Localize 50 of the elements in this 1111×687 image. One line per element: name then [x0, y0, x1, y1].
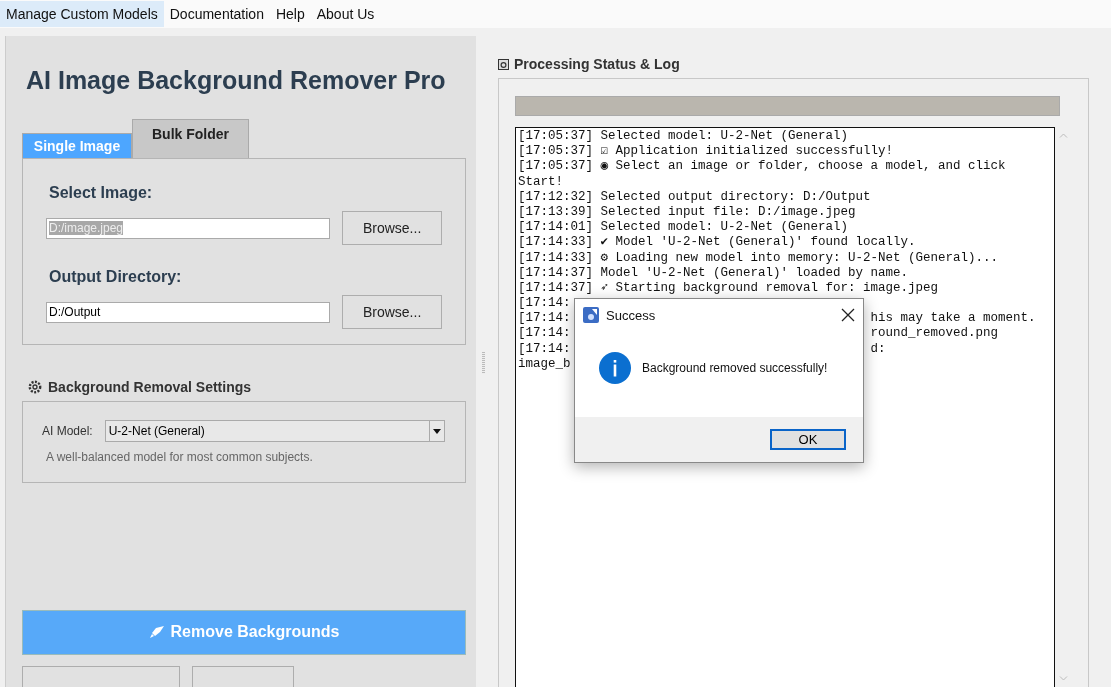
- log-line: [17:14:: [518, 311, 571, 327]
- log-icon: [498, 58, 509, 70]
- field-label: Output Directory:: [49, 268, 183, 286]
- field-label: Select Image:: [49, 184, 154, 202]
- info-icon: [599, 352, 631, 384]
- log-line: round_removed.png: [870, 326, 999, 342]
- tab[interactable]: Bulk Folder: [132, 119, 249, 158]
- log-line: Start!: [518, 174, 563, 190]
- log-line: [17:05:37] ☑ Application initialized successfully!: [518, 144, 894, 160]
- section-title: Background Removal Settings: [48, 379, 252, 396]
- log-line: [17:14:: [518, 326, 571, 342]
- menu-item[interactable]: Manage Custom Models: [0, 1, 164, 27]
- caret-icon: [432, 428, 441, 434]
- gear-icon: [28, 380, 42, 395]
- browse-button[interactable]: Browse...: [342, 295, 442, 329]
- log-line: [17:14:37] ➶ Starting background removal for: image.jpeg: [518, 280, 939, 297]
- footer-button[interactable]: [192, 666, 294, 687]
- rocket-icon: [148, 625, 165, 640]
- dialog-message: Background removed successfully!: [642, 361, 828, 375]
- ok-button[interactable]: OK: [770, 429, 846, 450]
- browse-button[interactable]: Browse...: [342, 211, 442, 245]
- menu-item[interactable]: Help: [269, 1, 311, 27]
- app-icon: [583, 307, 599, 323]
- text-field[interactable]: D:/Output: [46, 301, 331, 323]
- log-line: [17:14:33] ⚙ Loading new model into memory: U-2-Net (General)...: [518, 250, 999, 266]
- model-description: A well-balanced model for most common subjects.: [46, 450, 314, 465]
- log-line: [17:14:01] Selected model: U-2-Net (General): [518, 220, 849, 236]
- log-line: [17:05:37] ◉ Select an image or folder, choose a model, and click: [518, 159, 1006, 175]
- scroll-up-icon: [1058, 133, 1068, 138]
- log-line: [17:05:37] Selected model: U-2-Net (General): [518, 129, 849, 145]
- splitter-grip[interactable]: [481, 351, 485, 374]
- log-line: image_b: [518, 356, 571, 372]
- menu-item[interactable]: About Us: [310, 1, 381, 27]
- close-icon[interactable]: [841, 308, 855, 322]
- log-line: his may take a moment.: [870, 311, 1036, 327]
- app-title: AI Image Background Remover Pro: [26, 66, 447, 95]
- log-line: [17:13:39] Selected input file: D:/image.jpeg: [518, 204, 856, 221]
- log-line: [17:14:33] ✔ Model 'U-2-Net (General)' found locally.: [518, 235, 916, 251]
- model-dropdown[interactable]: U-2-Net (General): [104, 420, 445, 443]
- footer-button[interactable]: [22, 666, 180, 687]
- log-line: [17:12:32] Selected output directory: D:/Output: [518, 189, 871, 205]
- dialog-title: Success: [606, 307, 657, 323]
- field-label: AI Model:: [42, 424, 93, 439]
- log-line: [17:14:: [518, 296, 571, 312]
- scroll-down-icon: [1058, 676, 1068, 681]
- section-title: Processing Status & Log: [514, 56, 680, 72]
- log-line: d:: [870, 341, 886, 357]
- menu-item[interactable]: Documentation: [163, 1, 270, 27]
- log-line: [17:14:37] Model 'U-2-Net (General)' loaded by name.: [518, 265, 909, 281]
- log-line: [17:14:: [518, 341, 571, 357]
